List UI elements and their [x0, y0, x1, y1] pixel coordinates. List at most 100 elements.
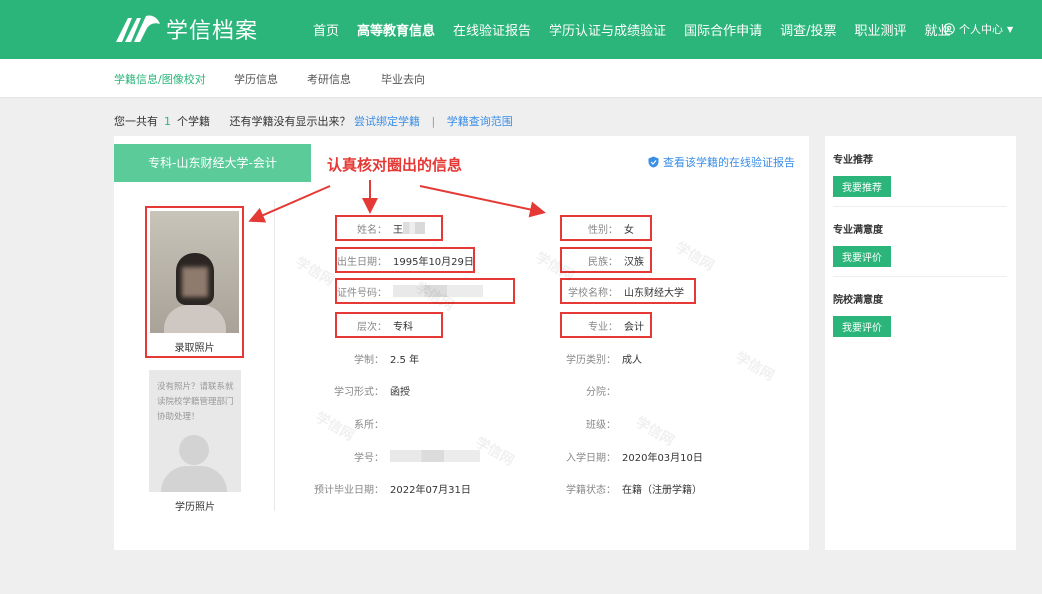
field-label: 证件号码：	[337, 287, 387, 299]
record-count-line: 您一共有 1 个学籍 还有学籍没有显示出来？ 尝试绑定学籍 | 学籍查询范围	[114, 113, 513, 129]
field-value: 2022年07月31日	[390, 484, 471, 496]
separator: |	[431, 115, 436, 128]
right-field: 专业： 会计	[560, 312, 652, 338]
field-label: 民族：	[588, 256, 618, 268]
sidebar-divider	[833, 276, 1007, 277]
redacted-mask	[393, 285, 483, 297]
field-value: 汉族	[624, 256, 644, 268]
field-label: 班级：	[586, 419, 616, 431]
left-field: 姓名： 王	[335, 215, 443, 241]
query-scope-link[interactable]: 学籍查询范围	[447, 115, 513, 128]
field-label: 学制：	[354, 354, 384, 366]
field-label: 层次：	[357, 321, 387, 333]
field-label: 入学日期：	[566, 452, 616, 464]
record-count: 1	[164, 115, 171, 128]
no-photo-hint: 没有照片？请联系就读院校学籍管理部门协助处理！	[157, 382, 234, 422]
nav-item[interactable]: 高等教育信息	[357, 20, 435, 39]
logo-mark-icon	[114, 12, 162, 46]
field-label: 学号：	[354, 452, 384, 464]
subnav-item[interactable]: 考研信息	[307, 71, 351, 87]
sidebar-section-title: 专业推荐	[833, 155, 873, 166]
sidebar-section: 专业推荐 我要推荐	[833, 151, 1007, 197]
right-field: 分院：	[560, 377, 622, 403]
watermark-text: 学信网	[292, 254, 337, 290]
left-field: 学习形式： 函授	[309, 377, 410, 403]
watermark-text: 学信网	[732, 349, 777, 385]
missing-question: 还有学籍没有显示出来？	[229, 115, 351, 128]
record-card: 专科-山东财经大学-会计 认真核对圈出的信息 查看该学籍的在线验证报告 录取照片…	[114, 136, 809, 550]
field-value: 1995年10月29日	[393, 256, 474, 268]
top-navbar: 学信档案 首页 高等教育信息 在线验证报告 学历认证与成绩验证 国际合作申请 调查/投票职…	[0, 0, 1042, 59]
sidebar-action-button[interactable]: 我要推荐	[833, 176, 891, 197]
user-icon	[943, 23, 955, 35]
nav-item[interactable]: 职业测评	[854, 20, 906, 39]
right-field: 性别： 女	[560, 215, 652, 241]
field-value: 2020年03月10日	[622, 452, 703, 464]
field-value: 专科	[393, 321, 413, 333]
field-label: 出生日期：	[337, 256, 387, 268]
logo[interactable]: 学信档案	[114, 12, 258, 46]
watermark-text: 学信网	[672, 239, 717, 275]
avatar-placeholder-icon	[179, 435, 209, 465]
shield-icon	[648, 156, 659, 168]
left-field: 出生日期： 1995年10月29日	[335, 247, 475, 273]
annotation-text: 认真核对圈出的信息	[327, 156, 463, 174]
right-field: 学籍状态： 在籍（注册学籍）	[560, 475, 702, 501]
right-field: 入学日期： 2020年03月10日	[560, 443, 703, 469]
field-label: 预计毕业日期：	[314, 484, 384, 496]
subnav-item[interactable]: 学历信息	[234, 71, 278, 87]
user-center-menu[interactable]: 个人中心 ▼	[943, 21, 1013, 37]
field-label: 学习形式：	[334, 386, 384, 398]
redacted-mask	[403, 222, 425, 234]
logo-text: 学信档案	[166, 19, 259, 44]
redacted-mask	[390, 450, 480, 462]
sub-navbar: 学籍信息/图像校对 学历信息 考研信息 毕业去向	[0, 59, 1042, 98]
sidebar-action-button[interactable]: 我要评价	[833, 246, 891, 267]
record-tab[interactable]: 专科-山东财经大学-会计	[114, 144, 311, 182]
field-value: 2.5 年	[390, 354, 420, 366]
field-value: 女	[624, 224, 634, 236]
field-value: 王	[393, 224, 403, 236]
verify-report-link[interactable]: 查看该学籍的在线验证报告	[648, 154, 795, 170]
right-field: 民族： 汉族	[560, 247, 652, 273]
sidebar: 专业推荐 我要推荐 专业满意度 我要评价 院校满意度 我要评价	[825, 136, 1016, 550]
field-label: 学校名称：	[568, 287, 618, 299]
sidebar-action-button[interactable]: 我要评价	[833, 316, 891, 337]
nav-item[interactable]: 在线验证报告	[453, 20, 531, 39]
field-value: 山东财经大学	[624, 287, 684, 299]
subnav-item[interactable]: 学籍信息/图像校对	[114, 71, 206, 87]
sidebar-divider	[833, 206, 1007, 207]
left-field: 学号：	[309, 443, 480, 469]
field-value: 函授	[390, 386, 410, 398]
left-field: 学制： 2.5 年	[309, 345, 419, 371]
sidebar-section-title: 院校满意度	[833, 295, 883, 306]
bind-record-link[interactable]: 尝试绑定学籍	[354, 115, 420, 128]
field-label: 学历类别：	[566, 354, 616, 366]
nav-item[interactable]: 国际合作申请	[684, 20, 762, 39]
admission-photo-box: 录取照片	[145, 206, 244, 358]
field-label: 系所：	[354, 419, 384, 431]
main-nav: 首页 高等教育信息 在线验证报告 学历认证与成绩验证 国际合作申请 调查/投票 职业测评 就业	[304, 0, 960, 59]
count-prefix: 您一共有	[114, 115, 158, 128]
field-label: 分院：	[586, 386, 616, 398]
field-label: 专业：	[588, 321, 618, 333]
field-value: 会计	[624, 321, 644, 333]
left-field: 证件号码：	[335, 278, 515, 304]
left-field: 层次： 专科	[335, 312, 443, 338]
verify-report-label: 查看该学籍的在线验证报告	[663, 156, 795, 169]
subnav-item[interactable]: 毕业去向	[381, 71, 425, 87]
field-label: 学籍状态：	[566, 484, 616, 496]
degree-photo-label: 学历照片	[175, 502, 215, 513]
left-field: 预计毕业日期： 2022年07月31日	[309, 475, 471, 501]
chevron-down-icon: ▼	[1007, 24, 1014, 34]
field-value: 成人	[622, 354, 642, 366]
field-label: 姓名：	[357, 224, 387, 236]
sidebar-section-title: 专业满意度	[833, 225, 883, 236]
nav-item[interactable]: 首页	[313, 20, 339, 39]
nav-item[interactable]: 学历认证与成绩验证	[549, 20, 666, 39]
left-field: 系所：	[309, 410, 390, 436]
right-field: 学历类别： 成人	[560, 345, 642, 371]
divider	[274, 201, 275, 511]
degree-photo-placeholder: 没有照片？请联系就读院校学籍管理部门协助处理！	[149, 370, 241, 492]
nav-item[interactable]: 调查/投票	[780, 20, 836, 39]
